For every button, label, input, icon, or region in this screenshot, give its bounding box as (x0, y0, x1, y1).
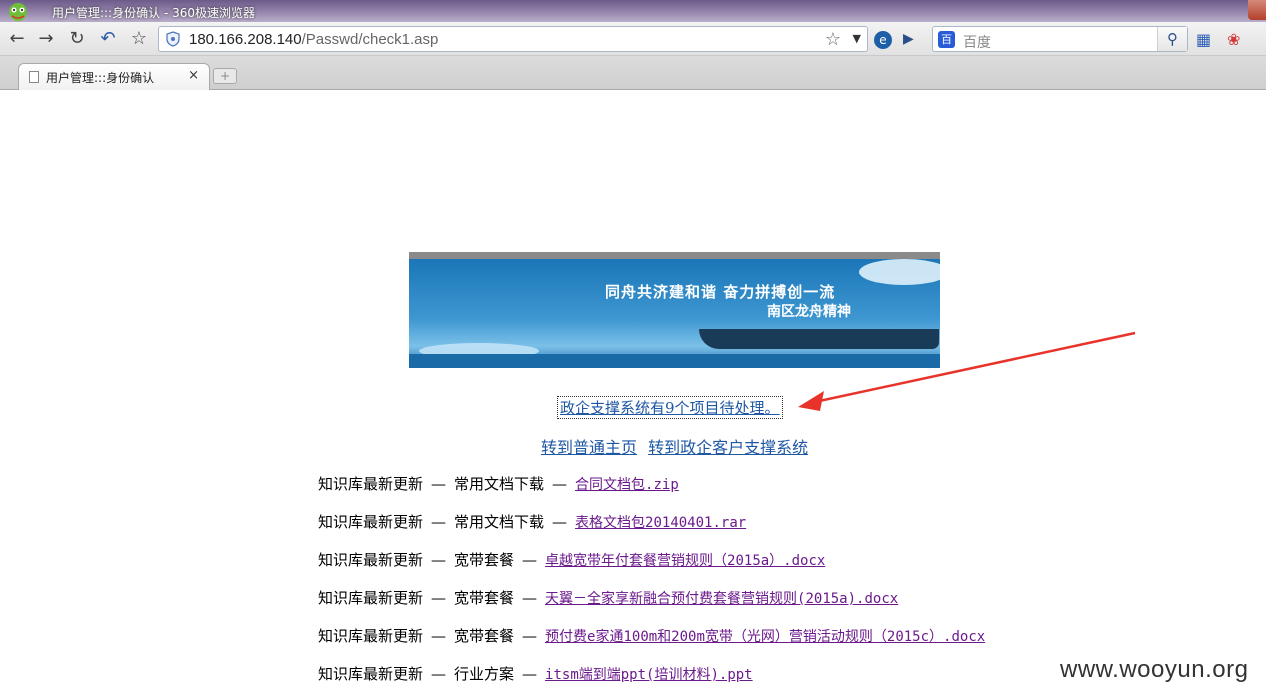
search-placeholder[interactable]: 百度 (963, 32, 991, 52)
search-box[interactable]: 百 百度 ⚲ (932, 26, 1188, 52)
update-file-link[interactable]: 天翼－全家享新融合预付费套餐营销规则(2015a).docx (545, 591, 898, 607)
update-category: 常用文档下载 (454, 475, 545, 493)
tab-label[interactable]: 用户管理:::身份确认 (46, 69, 154, 86)
update-prefix: 知识库最新更新 (318, 589, 424, 607)
new-tab-button[interactable]: + (213, 68, 237, 84)
security-shield-icon (166, 31, 180, 47)
separator: — (522, 551, 538, 569)
separator: — (431, 627, 447, 645)
banner-subtitle: 南区龙舟精神 (767, 304, 851, 320)
separator: — (431, 513, 447, 531)
separator: — (522, 665, 538, 683)
update-file-link[interactable]: 预付费e家通100m和200m宽带（光网）营销活动规则（2015c）.docx (545, 629, 985, 645)
update-file-link[interactable]: 卓越宽带年付套餐营销规则（2015a）.docx (545, 553, 825, 569)
update-category: 宽带套餐 (454, 551, 515, 569)
play-icon[interactable]: ▶ (903, 31, 921, 49)
separator: — (431, 589, 447, 607)
window-close-button[interactable] (1248, 0, 1266, 20)
favorite-star-icon[interactable]: ☆ (825, 29, 841, 50)
update-category: 行业方案 (454, 665, 515, 683)
baidu-paw-icon: 百 (938, 31, 955, 48)
update-row: 知识库最新更新 — 常用文档下载 — 合同文档包.zip (318, 473, 679, 494)
separator: — (552, 513, 568, 531)
nav-links: 转到普通主页 转到政企客户支撑系统 (541, 434, 814, 458)
separator: — (431, 475, 447, 493)
undo-icon[interactable]: ↶ (97, 28, 119, 50)
update-prefix: 知识库最新更新 (318, 551, 424, 569)
address-bar[interactable]: 180.166.208.140/Passwd/check1.asp ☆ ▼ (158, 26, 868, 52)
url-host: 180.166.208.140 (189, 31, 302, 48)
link-normal-home[interactable]: 转到普通主页 (541, 438, 637, 457)
update-file-link[interactable]: 表格文档包20140401.rar (575, 515, 746, 531)
back-icon[interactable]: ← (6, 28, 28, 50)
update-category: 常用文档下载 (454, 513, 545, 531)
apps-grid-icon[interactable]: ▦ (1196, 30, 1214, 49)
tab-active[interactable]: 用户管理:::身份确认 × (18, 63, 210, 90)
reload-icon[interactable]: ↻ (66, 28, 88, 50)
page-icon (29, 71, 39, 83)
browser-logo-icon (9, 3, 27, 21)
address-url[interactable]: 180.166.208.140/Passwd/check1.asp (189, 31, 438, 48)
update-prefix: 知识库最新更新 (318, 665, 424, 683)
update-file-link[interactable]: itsm端到端ppt(培训材料).ppt (545, 667, 753, 683)
extension-icon[interactable]: ❀ (1227, 30, 1247, 49)
update-prefix: 知识库最新更新 (318, 513, 424, 531)
tab-close-icon[interactable]: × (188, 68, 199, 83)
page-content: 同舟共济建和谐 奋力拼搏创一流 南区龙舟精神 政企支撑系统有9个项目待处理。 转… (0, 91, 1266, 698)
cloud-shape (859, 259, 940, 285)
tab-strip: 用户管理:::身份确认 × + (0, 56, 1266, 90)
search-icon[interactable]: ⚲ (1157, 27, 1187, 51)
update-prefix: 知识库最新更新 (318, 627, 424, 645)
update-category: 宽带套餐 (454, 589, 515, 607)
update-row: 知识库最新更新 — 宽带套餐 — 卓越宽带年付套餐营销规则（2015a）.docx (318, 549, 825, 570)
address-dropdown-icon[interactable]: ▼ (853, 32, 861, 45)
separator: — (431, 551, 447, 569)
update-row: 知识库最新更新 — 宽带套餐 — 预付费e家通100m和200m宽带（光网）营销活动规则… (318, 625, 985, 646)
link-enterprise-support[interactable]: 转到政企客户支撑系统 (648, 438, 808, 457)
update-category: 宽带套餐 (454, 627, 515, 645)
separator: — (522, 589, 538, 607)
url-path: /Passwd/check1.asp (301, 31, 439, 48)
title-bar: 用户管理:::身份确认 - 360极速浏览器 (0, 0, 1266, 22)
red-arrow-annotation (798, 331, 1136, 411)
banner-slogan: 同舟共济建和谐 奋力拼搏创一流 (605, 283, 836, 301)
window-title: 用户管理:::身份确认 - 360极速浏览器 (52, 6, 255, 20)
browser-toolbar: ← → ↻ ↶ ☆ 180.166.208.140/Passwd/check1.… (0, 22, 1266, 56)
separator: — (522, 627, 538, 645)
pending-items-notice[interactable]: 政企支撑系统有9个项目待处理。 (557, 396, 783, 419)
forward-icon[interactable]: → (35, 28, 57, 50)
update-row: 知识库最新更新 — 行业方案 — itsm端到端ppt(培训材料).ppt (318, 663, 753, 684)
update-file-link[interactable]: 合同文档包.zip (575, 477, 679, 493)
update-prefix: 知识库最新更新 (318, 475, 424, 493)
update-row: 知识库最新更新 — 常用文档下载 — 表格文档包20140401.rar (318, 511, 746, 532)
separator: — (552, 475, 568, 493)
update-row: 知识库最新更新 — 宽带套餐 — 天翼－全家享新融合预付费套餐营销规则(2015a).d… (318, 587, 898, 608)
separator: — (431, 665, 447, 683)
ie-mode-icon[interactable]: e (874, 31, 892, 49)
bookmark-star-icon[interactable]: ☆ (128, 28, 150, 50)
watermark-text: www.wooyun.org (1060, 656, 1249, 683)
